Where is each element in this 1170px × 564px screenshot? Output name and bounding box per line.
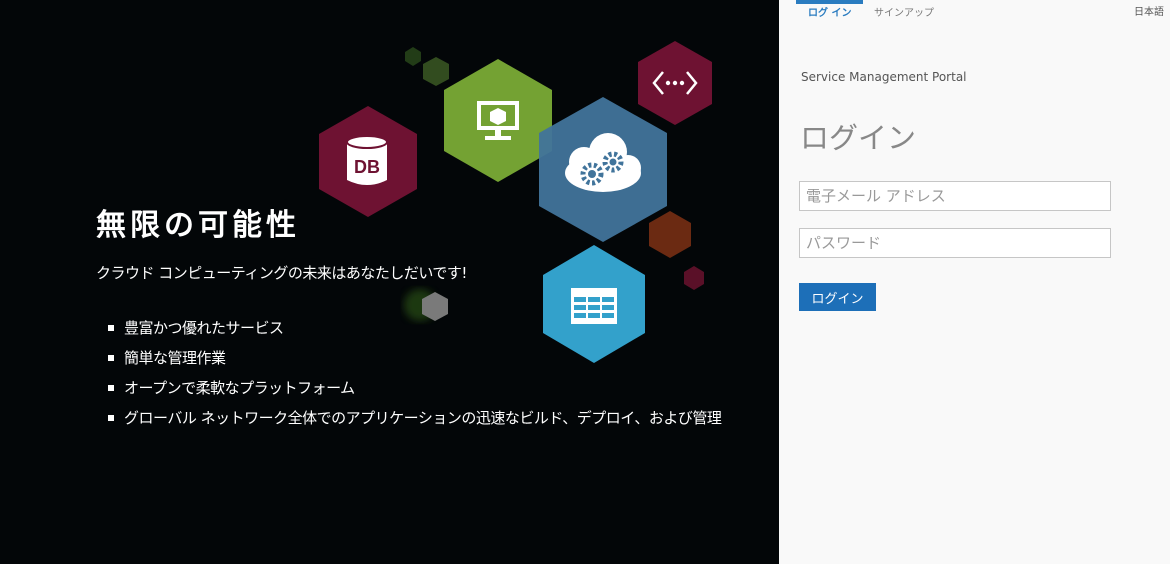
language-selector[interactable]: 日本語 bbox=[1134, 3, 1164, 18]
database-icon: DB bbox=[319, 106, 417, 217]
feature-item: グローバル ネットワーク全体でのアプリケーションの迅速なビルド、デプロイ、および… bbox=[108, 407, 722, 437]
page-title: ログイン bbox=[800, 121, 917, 155]
tab-login[interactable]: ログ イン bbox=[796, 0, 864, 28]
code-brackets-icon bbox=[638, 41, 712, 125]
bullet-icon bbox=[108, 385, 114, 391]
portal-name: Service Management Portal bbox=[801, 70, 967, 84]
hero-subtitle: クラウド コンピューティングの未来はあなたしだいです! bbox=[96, 264, 467, 282]
feature-item: 豊富かつ優れたサービス bbox=[108, 317, 721, 347]
feature-item: オープンで柔軟なプラットフォーム bbox=[108, 377, 721, 407]
bullet-icon bbox=[108, 415, 114, 421]
hero-section: DB 無限の可能性 クラウド コンピューティングの未来はあなたしだいです! 豊富… bbox=[0, 0, 779, 564]
hero-title: 無限の可能性 bbox=[96, 208, 300, 243]
small-hex-maroon bbox=[684, 266, 704, 290]
small-hex-2 bbox=[423, 57, 449, 86]
small-hex-brown bbox=[649, 211, 691, 258]
small-hex-1 bbox=[405, 47, 421, 66]
feature-list: 豊富かつ優れたサービス 簡単な管理作業 オープンで柔軟なプラットフォーム グロー… bbox=[108, 317, 722, 437]
feature-item: 簡単な管理作業 bbox=[108, 347, 721, 377]
cloud-gears-icon bbox=[539, 97, 667, 242]
bullet-icon bbox=[108, 355, 114, 361]
password-field[interactable] bbox=[799, 228, 1111, 258]
email-field[interactable] bbox=[799, 181, 1111, 211]
login-panel: ログ イン サインアップ 日本語 Service Management Port… bbox=[779, 0, 1170, 564]
monitor-cube-icon bbox=[444, 59, 552, 182]
login-button[interactable]: ログイン bbox=[799, 283, 876, 311]
bullet-icon bbox=[108, 325, 114, 331]
db-label: DB bbox=[354, 157, 380, 177]
tab-signup[interactable]: サインアップ bbox=[874, 0, 934, 24]
